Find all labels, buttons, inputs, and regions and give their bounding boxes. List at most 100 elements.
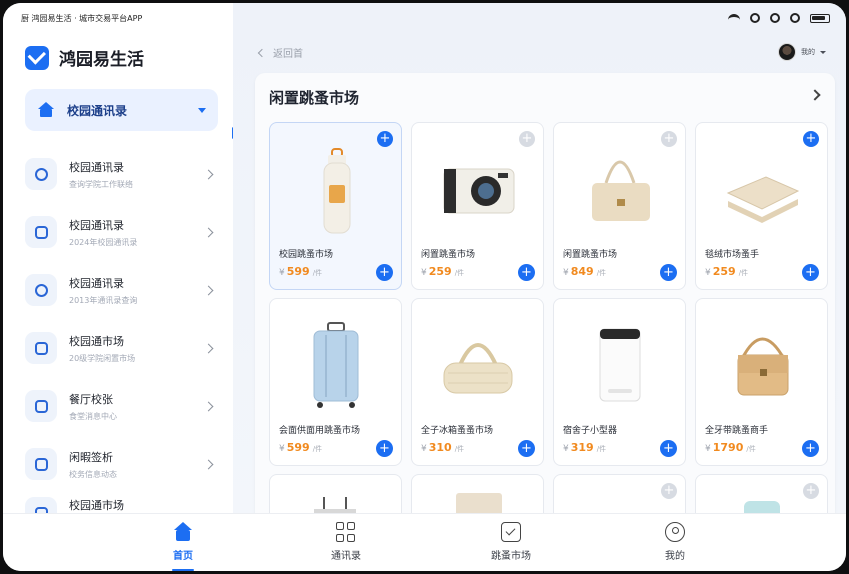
sidebar-item-title: 校园通讯录 — [69, 218, 124, 232]
product-price: ¥599/件 — [279, 265, 323, 278]
status-icons — [728, 13, 830, 23]
bag-icon — [25, 216, 57, 248]
sidebar-item-subtitle: 2024年校园通讯录 — [69, 237, 138, 247]
sidebar-item-title: 校园通市场 — [69, 334, 124, 348]
tab-profile[interactable]: 我的 — [635, 522, 715, 562]
grid-icon — [336, 522, 356, 542]
add-to-cart-button[interactable]: + — [518, 264, 535, 281]
user-menu[interactable]: 我的 — [778, 43, 826, 61]
product-name: 校园跳蚤市场 — [279, 250, 334, 260]
monitor-icon — [25, 390, 57, 422]
sidebar-item-title: 校园通讯录 — [69, 160, 124, 174]
sidebar-item-title: 闲暇签析 — [69, 450, 113, 464]
app-window: 厨 鸿园易生活 · 城市交易平台APP 鸿园易生活 校园通讯录 校园通讯录 查询… — [3, 3, 846, 571]
battery-icon — [810, 13, 830, 23]
sidebar-item-subtitle: 20级学院闲置市场 — [69, 353, 136, 363]
woven-bag-image — [443, 343, 513, 394]
app-logo-icon — [25, 45, 49, 70]
product-price: ¥319/件 — [563, 441, 607, 454]
chevron-down-icon — [198, 107, 206, 113]
add-to-cart-button[interactable]: + — [376, 440, 393, 457]
section-title: 闲置跳蚤市场 — [269, 89, 360, 107]
tab-contacts[interactable]: 通讯录 — [306, 522, 386, 562]
avatar — [778, 43, 796, 61]
product-price: ¥1790/件 — [705, 441, 756, 454]
sidebar-item-market-2[interactable]: 校园通市场 — [25, 497, 218, 513]
chevron-right-icon[interactable] — [809, 89, 821, 101]
add-to-cart-button[interactable]: + — [660, 264, 677, 281]
tab-market[interactable]: 跳蚤市场 — [471, 522, 551, 562]
plus-icon[interactable]: + — [803, 483, 819, 499]
product-name: 闲置跳蚤市场 — [421, 250, 476, 260]
add-to-cart-button[interactable]: + — [802, 440, 819, 457]
suitcase-image — [313, 322, 359, 408]
contact-icon — [25, 158, 57, 190]
add-to-cart-button[interactable]: + — [518, 440, 535, 457]
chevron-right-icon — [203, 285, 214, 295]
chevron-right-icon — [203, 459, 214, 469]
bottom-tab-bar: 首页 通讯录 跳蚤市场 我的 — [3, 513, 846, 571]
chevron-left-icon — [257, 48, 267, 57]
product-name: 全牙带跳蚤商手 — [705, 426, 769, 436]
tab-home[interactable]: 首页 — [143, 522, 223, 571]
bluetooth-icon — [790, 13, 800, 23]
product-name: 全子冰箱蚤蚤市场 — [421, 426, 494, 436]
product-card[interactable]: 宿舍子小型器 ¥319/件 + — [553, 298, 686, 466]
shield-icon — [25, 332, 57, 364]
air-purifier-image — [599, 328, 641, 402]
tab-label: 通讯录 — [331, 551, 361, 562]
product-card[interactable]: 全牙带跳蚤商手 ¥1790/件 + — [695, 298, 828, 466]
sidebar-item-market[interactable]: 校园通市场 20级学院闲置市场 — [25, 325, 218, 371]
add-to-cart-button[interactable]: + — [660, 440, 677, 457]
sidebar-item-subtitle: 食堂消息中心 — [69, 411, 117, 421]
sidebar-item-leisure[interactable]: 闲暇签析 校务信息动态 — [25, 441, 218, 487]
sidebar-item-contacts-2[interactable]: 校园通讯录 2024年校园通讯录 — [25, 209, 218, 255]
sidebar-item-subtitle: 查询学院工作联络 — [69, 179, 133, 189]
add-to-cart-button[interactable]: + — [802, 264, 819, 281]
back-button[interactable]: 返回首 — [257, 45, 303, 60]
product-name: 宿舍子小型器 — [563, 426, 618, 436]
product-card[interactable]: + 毯绒市场蚤手 ¥259/件 + — [695, 122, 828, 290]
sidebar-item-title: 校园通市场 — [69, 499, 124, 512]
plus-icon[interactable]: + — [661, 483, 677, 499]
product-name: 闲置跳蚤市场 — [563, 250, 618, 260]
alarm-icon — [770, 13, 780, 23]
check-circle-icon — [25, 274, 57, 306]
market-panel: 闲置跳蚤市场 + 校园跳蚤市场 ¥599/件 + + 闲置跳蚤市场 ¥ 259 … — [255, 73, 835, 533]
blanket-image — [726, 176, 800, 223]
checklist-icon — [501, 522, 521, 542]
sidebar-item-dining[interactable]: 餐厅校张 食堂消息中心 — [25, 383, 218, 429]
sidebar-selected-item[interactable]: 校园通讯录 — [25, 89, 218, 131]
wifi-icon — [728, 14, 740, 22]
product-card[interactable]: + 校园跳蚤市场 ¥599/件 + — [269, 122, 402, 290]
sidebar-item-subtitle: 校务信息动态 — [69, 469, 117, 479]
tag-icon — [25, 448, 57, 480]
camera-image — [443, 168, 515, 214]
sidebar-selected-label: 校园通讯录 — [67, 103, 128, 118]
sidebar-item-contacts-1[interactable]: 校园通讯录 查询学院工作联络 — [25, 151, 218, 197]
product-card[interactable]: + 闲置跳蚤市场 ¥259/件 + — [411, 122, 544, 290]
product-price: ¥310/件 — [421, 441, 465, 454]
product-card[interactable]: 全子冰箱蚤蚤市场 ¥310/件 + — [411, 298, 544, 466]
status-bar: 厨 鸿园易生活 · 城市交易平台APP — [3, 3, 846, 33]
tab-label: 跳蚤市场 — [491, 551, 531, 562]
tab-label: 我的 — [665, 551, 685, 562]
product-card[interactable]: + 闲置跳蚤市场 ¥849/件 + — [553, 122, 686, 290]
sidebar-item-contacts-3[interactable]: 校园通讯录 2013年通讯录查询 — [25, 267, 218, 313]
product-card[interactable]: 会面供面用跳蚤市场 ¥599/件 + — [269, 298, 402, 466]
chevron-right-icon — [203, 401, 214, 411]
user-name: 我的 — [801, 48, 815, 56]
location-icon — [750, 13, 760, 23]
tab-label: 首页 — [173, 551, 193, 562]
app-name: 鸿园易生活 — [59, 50, 144, 70]
main-content: 返回首 我的 闲置跳蚤市场 + 校园跳蚤市场 ¥599/件 + + 闲置跳蚤市场… — [233, 3, 846, 533]
sidebar-item-subtitle: 2013年通讯录查询 — [69, 295, 138, 305]
chevron-right-icon — [203, 343, 214, 353]
brand: 鸿园易生活 — [25, 45, 144, 70]
handbag-image — [592, 160, 650, 221]
product-price: ¥849/件 — [563, 265, 607, 278]
add-to-cart-button[interactable]: + — [376, 264, 393, 281]
status-text: 厨 鸿园易生活 · 城市交易平台APP — [21, 13, 143, 23]
product-name: 会面供面用跳蚤市场 — [279, 426, 361, 436]
water-bottle-image — [323, 148, 351, 234]
